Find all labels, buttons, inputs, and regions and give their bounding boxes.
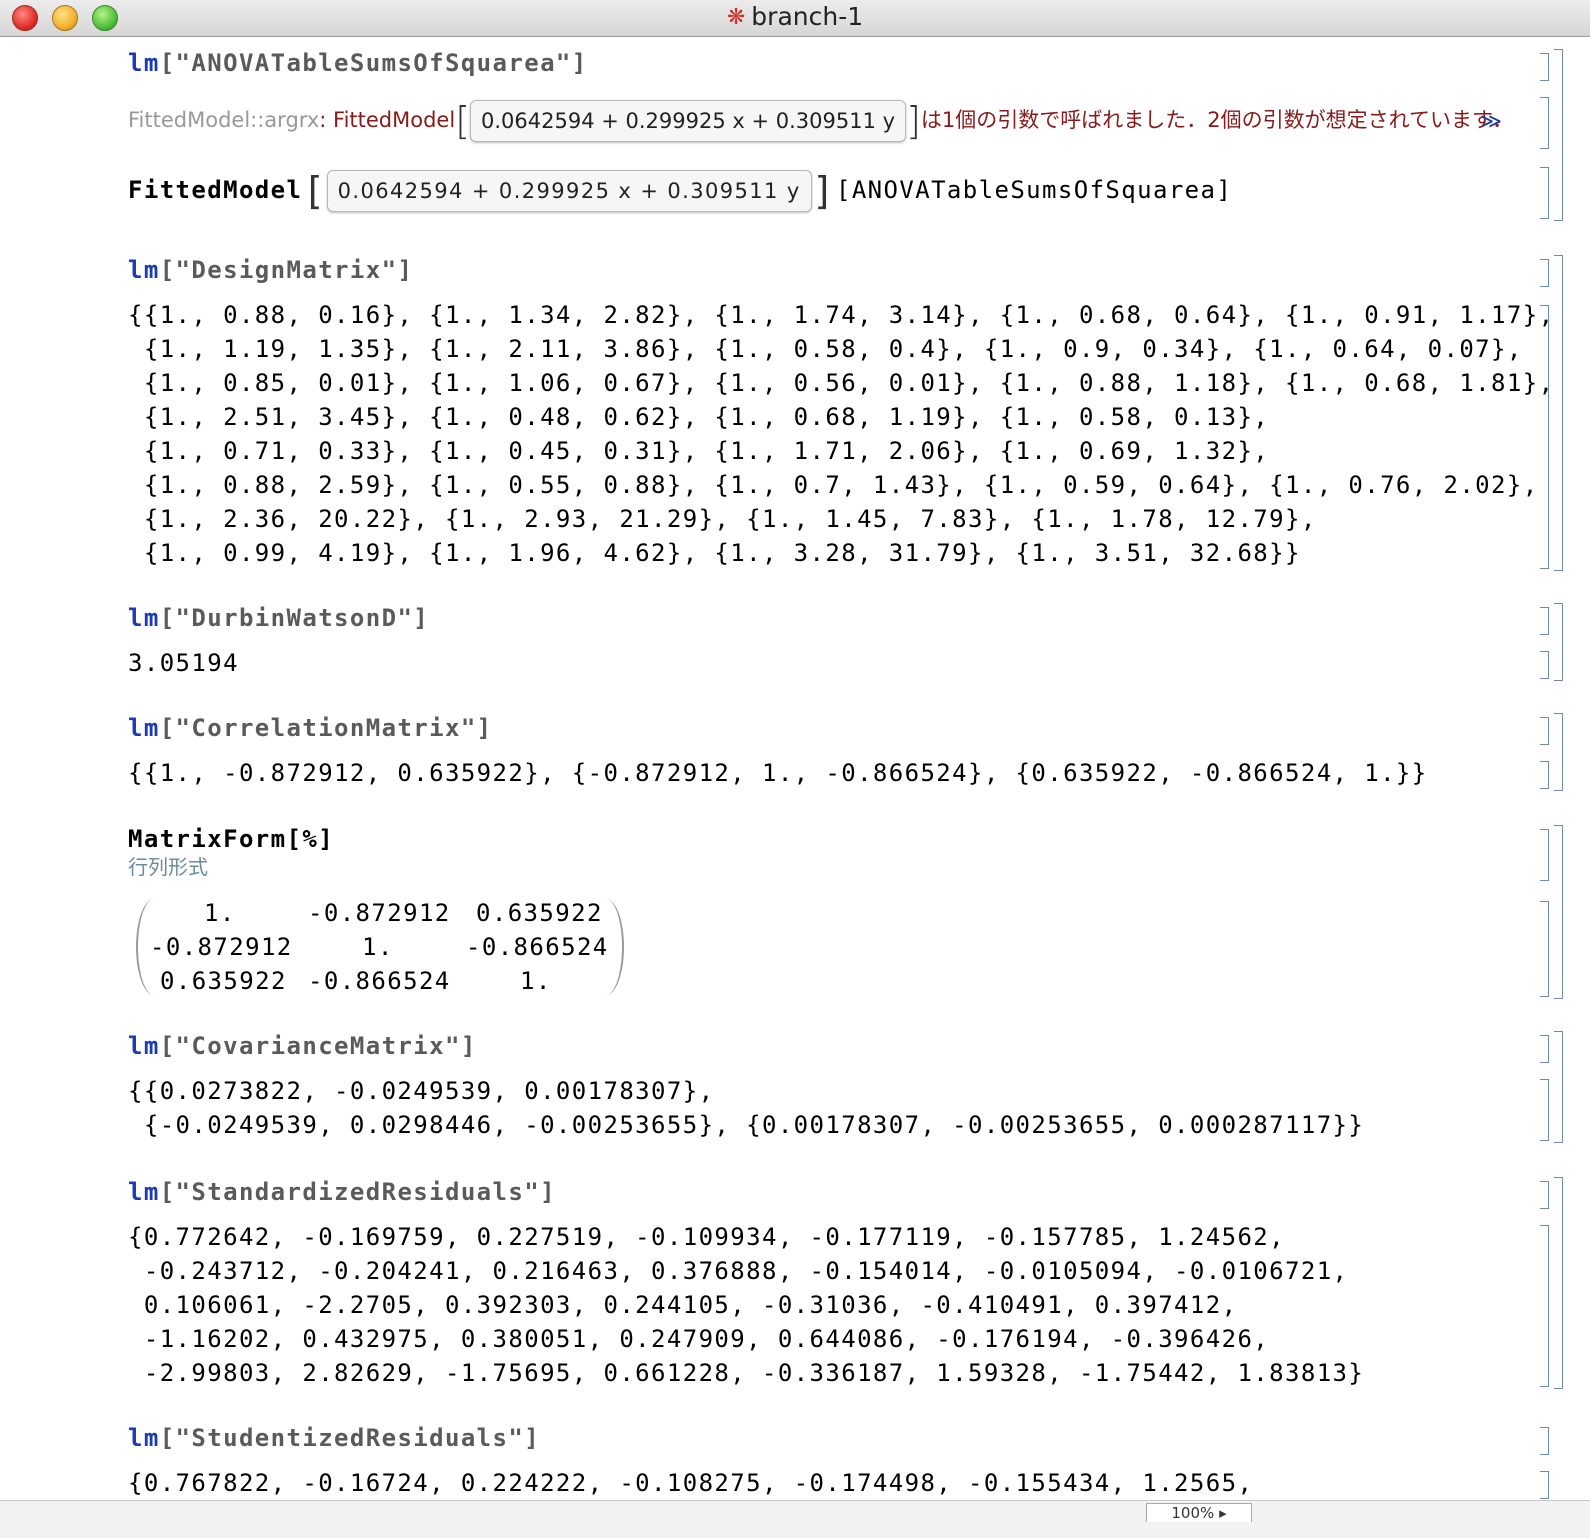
cell-bracket[interactable] <box>1540 1427 1549 1455</box>
cell-bracket[interactable] <box>1540 607 1549 635</box>
output-cell-durbinwatson[interactable]: 3.05194 <box>128 649 239 677</box>
message-text: は1個の引数で呼ばれました．2個の引数が想定されています． <box>920 108 1514 132</box>
cell-bracket[interactable] <box>1540 901 1549 997</box>
cell-bracket[interactable] <box>1540 259 1549 287</box>
title-bar: ❋ branch-1 <box>0 0 1590 37</box>
cell-bracket[interactable] <box>1540 305 1549 569</box>
cell-bracket[interactable] <box>1540 651 1549 679</box>
output-line: {1., 0.88, 2.59}, {1., 0.55, 0.88}, {1.,… <box>128 471 1539 499</box>
fitted-model-output-box[interactable]: 0.0642594 + 0.299925 x + 0.309511 y <box>326 170 812 212</box>
matrix-cell: 0.635922 <box>476 899 603 927</box>
matrixform-annotation-label: 行列形式 <box>128 855 208 879</box>
matrix-cell: 1. <box>520 967 552 995</box>
cell-group-bracket[interactable] <box>1554 49 1563 221</box>
output-line: {{1., 0.88, 0.16}, {1., 1.34, 2.82}, {1.… <box>128 301 1555 329</box>
fitted-model-head: FittedModel <box>128 176 303 204</box>
fitted-model-tail: [ANOVATableSumsOfSquarea] <box>835 176 1233 204</box>
output-cell-studentizedresiduals[interactable]: {0.767822, -0.16724, 0.224222, -0.108275… <box>128 1469 1253 1497</box>
message-cell-argrx: FittedModel::argrx: FittedModel[0.064259… <box>128 99 1514 143</box>
output-cell-anova[interactable]: FittedModel[0.0642594 + 0.299925 x + 0.3… <box>128 169 1232 213</box>
output-line: {1., 1.19, 1.35}, {1., 2.11, 3.86}, {1.,… <box>128 335 1523 363</box>
matrix-cell: -0.872912 <box>308 899 451 927</box>
input-cell-matrixform[interactable]: MatrixForm[%] <box>128 825 334 853</box>
matrix-cell: 0.635922 <box>160 967 287 995</box>
output-line: 0.106061, -2.2705, 0.392303, 0.244105, -… <box>128 1291 1238 1319</box>
matrix-cell: -0.866524 <box>308 967 451 995</box>
cell-group-bracket[interactable] <box>1554 255 1563 571</box>
cell-group-bracket[interactable] <box>1554 713 1563 791</box>
status-bar: 100% ▸ <box>0 1500 1590 1538</box>
notebook-document-icon: ❋ <box>726 5 746 30</box>
output-cell-correlationmatrix[interactable]: {{1., -0.872912, 0.635922}, {-0.872912, … <box>128 759 1428 787</box>
zoom-level: 100% <box>1171 1504 1215 1522</box>
output-line: -1.16202, 0.432975, 0.380051, 0.247909, … <box>128 1325 1270 1353</box>
cell-group-bracket[interactable] <box>1554 825 1563 999</box>
cell-bracket[interactable] <box>1540 1079 1549 1141</box>
message-more-link[interactable]: ≫ <box>1480 109 1502 133</box>
cell-bracket[interactable] <box>1540 53 1549 81</box>
cell-bracket[interactable] <box>1540 761 1549 789</box>
input-cell-designmatrix[interactable]: lm["DesignMatrix"] <box>128 256 413 284</box>
window-title-text: branch-1 <box>751 2 864 31</box>
zoom-menu[interactable]: 100% ▸ <box>1146 1503 1252 1522</box>
cell-bracket[interactable] <box>1540 717 1549 745</box>
notebook[interactable]: lm["ANOVATableSumsOfSquarea"] FittedMode… <box>0 37 1590 1517</box>
output-line: {-0.0249539, 0.0298446, -0.00253655}, {0… <box>128 1111 1365 1139</box>
matrix-cell: 1. <box>204 899 236 927</box>
cell-bracket[interactable] <box>1540 1035 1549 1063</box>
zoom-arrow-icon: ▸ <box>1219 1504 1227 1522</box>
output-line: {1., 0.71, 0.33}, {1., 0.45, 0.31}, {1.,… <box>128 437 1270 465</box>
fitted-model-summary-box[interactable]: 0.0642594 + 0.299925 x + 0.309511 y <box>470 100 907 142</box>
input-cell-studentizedresiduals[interactable]: lm["StudentizedResiduals"] <box>128 1424 540 1452</box>
window-title: ❋ branch-1 <box>0 2 1590 31</box>
input-cell-standardizedresiduals[interactable]: lm["StandardizedResiduals"] <box>128 1178 556 1206</box>
cell-bracket[interactable] <box>1540 167 1549 219</box>
cell-group-bracket[interactable] <box>1554 1177 1563 1389</box>
output-line: {1., 2.36, 20.22}, {1., 2.93, 21.29}, {1… <box>128 505 1317 533</box>
output-line: {{0.0273822, -0.0249539, 0.00178307}, <box>128 1077 715 1105</box>
output-line: {1., 0.85, 0.01}, {1., 1.06, 0.67}, {1.,… <box>128 369 1555 397</box>
cell-bracket[interactable] <box>1540 1471 1549 1499</box>
matrix-cell: 1. <box>362 933 394 961</box>
message-prefix: : FittedModel <box>319 108 456 132</box>
matrix-cell: -0.866524 <box>466 933 609 961</box>
cell-bracket[interactable] <box>1540 1181 1549 1209</box>
input-cell-anova[interactable]: lm["ANOVATableSumsOfSquarea"] <box>128 49 588 77</box>
cell-group-bracket[interactable] <box>1554 603 1563 681</box>
output-line: {1., 2.51, 3.45}, {1., 0.48, 0.62}, {1.,… <box>128 403 1270 431</box>
output-line: -2.99803, 2.82629, -1.75695, 0.661228, -… <box>128 1359 1365 1387</box>
matrix-form-output[interactable]: 1. -0.872912 0.635922 -0.872912 1. -0.86… <box>136 899 624 995</box>
message-name: FittedModel::argrx <box>128 108 320 132</box>
output-line: {0.772642, -0.169759, 0.227519, -0.10993… <box>128 1223 1285 1251</box>
matrix-cell: -0.872912 <box>150 933 293 961</box>
cell-bracket[interactable] <box>1540 97 1549 149</box>
input-cell-correlationmatrix[interactable]: lm["CorrelationMatrix"] <box>128 714 493 742</box>
output-line: -0.243712, -0.204241, 0.216463, 0.376888… <box>128 1257 1349 1285</box>
input-cell-durbinwatson[interactable]: lm["DurbinWatsonD"] <box>128 604 429 632</box>
cell-group-bracket[interactable] <box>1554 1031 1563 1143</box>
cell-bracket[interactable] <box>1540 829 1549 881</box>
cell-bracket[interactable] <box>1540 1225 1549 1387</box>
output-line: {1., 0.99, 4.19}, {1., 1.96, 4.62}, {1.,… <box>128 539 1301 567</box>
input-cell-covariancematrix[interactable]: lm["CovarianceMatrix"] <box>128 1032 477 1060</box>
